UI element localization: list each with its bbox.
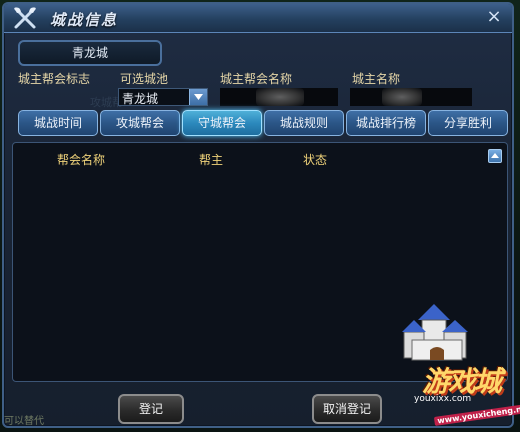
city-select-dropdown[interactable]: 青龙城 — [118, 88, 208, 106]
column-guild-name: 帮会名称 — [57, 153, 106, 167]
tab-share-victory[interactable]: 分享胜利 — [428, 110, 508, 136]
tab-siege-ranking[interactable]: 城战排行榜 — [346, 110, 426, 136]
chevron-down-icon — [194, 94, 203, 100]
column-guild-leader: 帮主 — [199, 153, 224, 167]
lord-name-label: 城主名称 — [352, 72, 401, 86]
guild-emblem-label: 城主帮会标志 — [18, 72, 91, 86]
guild-name-label: 城主帮会名称 — [220, 72, 293, 86]
watermark-small-site: youxixx.com — [414, 394, 472, 404]
cancel-register-button[interactable]: 取消登记 — [312, 394, 382, 424]
crossed-axes-icon — [14, 7, 36, 29]
window-titlebar[interactable]: 城战信息 × — [4, 4, 512, 33]
watermark-url: www.youxicheng.net — [433, 403, 520, 426]
city-select-label: 可选城池 — [120, 72, 169, 86]
background-world-text: 可以替代 — [4, 416, 44, 427]
tab-bar: 城战时间 攻城帮会 守城帮会 城战规则 城战排行榜 分享胜利 — [18, 110, 512, 140]
close-button[interactable]: × — [484, 7, 504, 27]
blurred-guild-name — [256, 88, 304, 106]
tab-siege-rules[interactable]: 城战规则 — [264, 110, 344, 136]
tab-attacking-guilds[interactable]: 攻城帮会 — [100, 110, 180, 136]
dropdown-arrow-button[interactable] — [189, 89, 207, 105]
register-button[interactable]: 登记 — [118, 394, 184, 424]
city-select-value: 青龙城 — [122, 92, 159, 106]
tab-defending-guilds[interactable]: 守城帮会 — [182, 110, 262, 136]
scroll-up-button[interactable] — [488, 149, 502, 163]
blurred-lord-name — [382, 88, 422, 106]
column-status: 状态 — [303, 153, 328, 167]
window-title: 城战信息 — [50, 11, 119, 29]
close-icon: × — [486, 6, 502, 27]
arrow-up-icon — [491, 153, 499, 158]
tab-siege-time[interactable]: 城战时间 — [18, 110, 98, 136]
city-tab[interactable]: 青龙城 — [18, 40, 162, 66]
site-watermark: 游戏城 youxixx.com www.youxicheng.net — [394, 300, 520, 430]
